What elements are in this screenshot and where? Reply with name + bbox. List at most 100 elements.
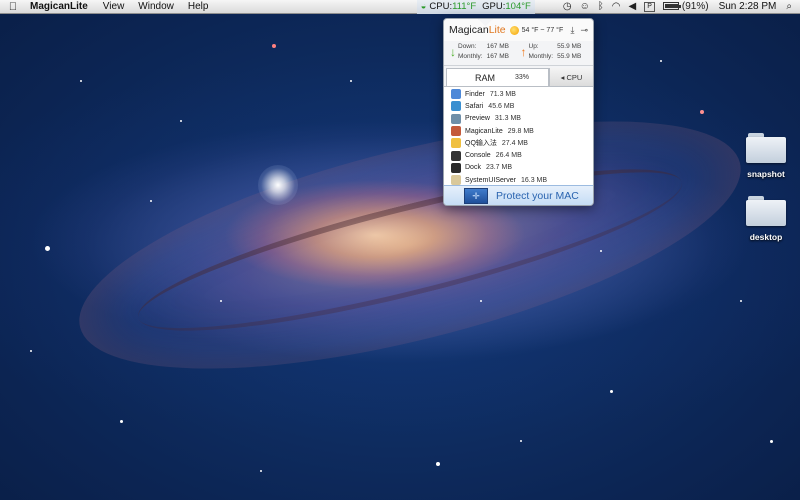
- process-memory: 31.3 MB: [494, 115, 521, 123]
- bluetooth-icon[interactable]: ᛒ: [594, 0, 608, 14]
- brand-suffix: Lite: [488, 24, 506, 36]
- app-icon: [451, 101, 461, 112]
- folder-icon: [746, 196, 786, 226]
- tab-ram-label: RAM: [475, 72, 495, 83]
- cpu-label: CPU:: [429, 0, 453, 12]
- process-name: Console: [465, 152, 491, 160]
- up-value: 55.9 MB: [557, 43, 582, 50]
- star: [480, 300, 482, 302]
- upload-stats: ↑ Up: 55.9 MB Monthly: 55.9 MB: [519, 42, 590, 62]
- download-stats: ↓ Down: 167 MB Monthly: 167 MB: [448, 42, 519, 62]
- temperature-gauge-icon: ◒: [420, 0, 427, 12]
- star: [220, 300, 222, 302]
- star: [520, 440, 522, 442]
- down-value: 167 MB: [486, 43, 509, 50]
- apple-icon[interactable]: : [0, 1, 26, 13]
- menu-help[interactable]: Help: [181, 0, 216, 14]
- process-row[interactable]: Safari 45.6 MB: [444, 100, 593, 112]
- menu-extras: ◒ CPU: 111°F GPU: 104°F ◷ ☺ ᛒ ◠ ◀ P (91%…: [416, 0, 800, 14]
- star: [260, 470, 262, 472]
- spotlight-search-icon[interactable]: ⌕: [782, 0, 800, 14]
- star: [350, 80, 352, 82]
- gpu-temperature: 104°F: [505, 0, 531, 12]
- down-monthly-label: Monthly:: [458, 53, 483, 60]
- desktop-folder-desktop[interactable]: desktop: [741, 196, 791, 242]
- menu-view[interactable]: View: [96, 0, 132, 14]
- star: [660, 60, 662, 62]
- weather-range: 54 °F ~ 77 °F: [521, 26, 564, 34]
- user-icon[interactable]: ☺: [576, 0, 594, 14]
- magican-popup-panel: MagicanLite 54 °F ~ 77 °F ⤓ ⊸ ↓ Down: 16…: [443, 18, 594, 206]
- process-memory: 26.4 MB: [495, 152, 522, 160]
- battery-status[interactable]: (91%): [659, 0, 713, 14]
- app-icon: [451, 162, 461, 173]
- protect-mac-banner[interactable]: ✛ Protect your MAC: [444, 185, 593, 205]
- menu-clock[interactable]: Sun 2:28 PM: [713, 1, 783, 12]
- pin-icon[interactable]: ⊸: [580, 25, 588, 36]
- battery-fill: [664, 3, 678, 8]
- process-row[interactable]: Preview 31.3 MB: [444, 113, 593, 125]
- app-icon: [451, 175, 461, 186]
- process-memory: 27.4 MB: [501, 139, 528, 147]
- process-row[interactable]: Dock 23.7 MB: [444, 162, 593, 174]
- folder-icon: [746, 133, 786, 163]
- menu-window[interactable]: Window: [131, 0, 181, 14]
- volume-icon[interactable]: ◀: [625, 0, 641, 14]
- process-row[interactable]: Console 26.4 MB: [444, 149, 593, 161]
- brand-prefix: Magican: [449, 24, 489, 36]
- process-name: MagicanLite: [465, 127, 503, 135]
- star: [120, 420, 123, 423]
- input-menu-icon[interactable]: P: [644, 1, 655, 12]
- star: [600, 250, 602, 252]
- download-icon[interactable]: ⤓: [570, 25, 574, 36]
- folder-label: snapshot: [747, 169, 785, 179]
- process-name: SystemUIServer: [465, 176, 516, 184]
- ram-percent: 33%: [515, 74, 530, 81]
- process-memory: 23.7 MB: [485, 164, 513, 172]
- magican-status-item[interactable]: ◒ CPU: 111°F GPU: 104°F: [416, 0, 535, 14]
- app-icon: [451, 89, 461, 100]
- up-monthly-value: 55.9 MB: [557, 53, 582, 60]
- time-machine-icon[interactable]: ◷: [559, 0, 576, 14]
- process-list: Finder 71.3 MB Safari 45.6 MB Preview 31.3 MB…: [444, 87, 593, 187]
- up-arrow-icon: ↑: [520, 45, 527, 59]
- up-monthly-label: Monthly:: [528, 53, 554, 60]
- tab-ram[interactable]: RAM 33%: [446, 68, 549, 86]
- tab-cpu[interactable]: ◂ CPU: [549, 68, 593, 86]
- process-memory: 29.8 MB: [507, 127, 534, 135]
- star: [272, 44, 276, 48]
- wifi-icon[interactable]: ◠: [608, 0, 625, 14]
- cpu-temperature: 111°F: [452, 0, 477, 12]
- banner-text: Protect your MAC: [496, 189, 579, 202]
- star: [740, 300, 742, 302]
- process-name: Dock: [465, 164, 481, 172]
- process-name: Safari: [465, 102, 484, 110]
- star: [30, 350, 32, 352]
- process-row[interactable]: QQ输入法 27.4 MB: [444, 137, 593, 149]
- star: [80, 80, 82, 82]
- network-stats: ↓ Down: 167 MB Monthly: 167 MB ↑ Up: 55.…: [444, 41, 593, 66]
- star: [180, 120, 182, 122]
- process-row[interactable]: MagicanLite 29.8 MB: [444, 125, 593, 137]
- process-memory: 71.3 MB: [489, 90, 516, 98]
- process-name: Finder: [465, 90, 485, 98]
- brand-logo: MagicanLite: [449, 24, 506, 36]
- process-row[interactable]: Finder 71.3 MB: [444, 88, 593, 100]
- app-icon: [451, 113, 461, 124]
- desktop-folder-snapshot[interactable]: snapshot: [741, 133, 791, 179]
- down-monthly-value: 167 MB: [486, 53, 509, 60]
- star: [770, 440, 773, 443]
- star: [436, 462, 440, 466]
- bright-star: [258, 165, 298, 205]
- menu-app-name[interactable]: MagicanLite: [26, 0, 96, 14]
- process-memory: 16.3 MB: [520, 176, 548, 184]
- down-arrow-icon: ↓: [450, 45, 456, 59]
- folder-label: desktop: [749, 232, 783, 242]
- star: [610, 390, 613, 393]
- panel-header: MagicanLite 54 °F ~ 77 °F ⤓ ⊸: [444, 19, 593, 41]
- app-icon: [451, 150, 461, 161]
- battery-percent: (91%): [681, 0, 709, 12]
- app-icon: [451, 126, 461, 137]
- sun-weather-icon: [509, 25, 519, 35]
- shield-icon: ✛: [464, 187, 488, 204]
